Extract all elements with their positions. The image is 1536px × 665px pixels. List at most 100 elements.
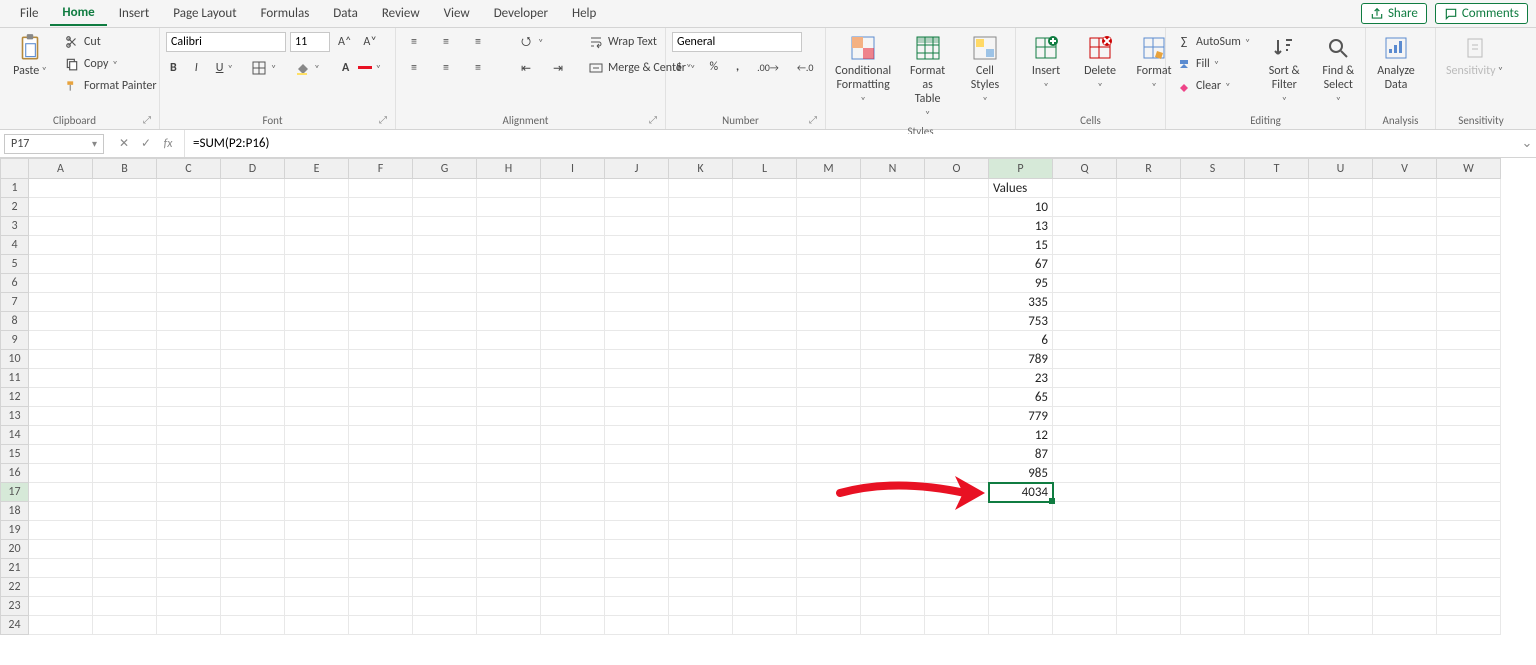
cell[interactable] xyxy=(93,464,157,483)
cell[interactable] xyxy=(29,578,93,597)
cell[interactable] xyxy=(669,559,733,578)
cell[interactable] xyxy=(1245,540,1309,559)
conditional-formatting-button[interactable]: Conditional Formatting xyxy=(832,32,894,109)
cell[interactable] xyxy=(221,616,285,635)
cell[interactable] xyxy=(669,540,733,559)
column-header[interactable]: J xyxy=(605,159,669,179)
cell[interactable] xyxy=(157,578,221,597)
cell[interactable] xyxy=(1181,255,1245,274)
row-header[interactable]: 11 xyxy=(1,369,29,388)
cell[interactable] xyxy=(1437,198,1501,217)
cell[interactable] xyxy=(1181,179,1245,198)
increase-font-button[interactable]: A˄ xyxy=(334,33,355,51)
cell[interactable] xyxy=(797,407,861,426)
cell[interactable] xyxy=(221,483,285,502)
cell[interactable] xyxy=(221,274,285,293)
cell[interactable] xyxy=(285,179,349,198)
cell[interactable] xyxy=(733,217,797,236)
column-header[interactable]: O xyxy=(925,159,989,179)
cell[interactable] xyxy=(349,502,413,521)
cell[interactable] xyxy=(1245,445,1309,464)
cell[interactable] xyxy=(1373,483,1437,502)
cell[interactable] xyxy=(1309,559,1373,578)
cell[interactable] xyxy=(349,369,413,388)
cell[interactable] xyxy=(1181,426,1245,445)
cell[interactable] xyxy=(29,502,93,521)
cell[interactable] xyxy=(1373,616,1437,635)
cell[interactable] xyxy=(29,426,93,445)
cell[interactable] xyxy=(1437,483,1501,502)
cell[interactable] xyxy=(733,312,797,331)
cell[interactable] xyxy=(1245,597,1309,616)
cell[interactable] xyxy=(29,464,93,483)
cell[interactable] xyxy=(477,464,541,483)
cell[interactable] xyxy=(1053,369,1117,388)
cell[interactable] xyxy=(1181,217,1245,236)
cell[interactable] xyxy=(413,445,477,464)
column-header[interactable]: B xyxy=(93,159,157,179)
cell[interactable] xyxy=(733,502,797,521)
cell[interactable] xyxy=(221,464,285,483)
cell[interactable] xyxy=(925,217,989,236)
cell[interactable] xyxy=(349,350,413,369)
column-header[interactable]: Q xyxy=(1053,159,1117,179)
fill-color-button[interactable] xyxy=(290,58,323,78)
cell[interactable] xyxy=(477,312,541,331)
cell[interactable] xyxy=(669,369,733,388)
tab-home[interactable]: Home xyxy=(50,1,106,26)
column-header[interactable]: F xyxy=(349,159,413,179)
cell[interactable] xyxy=(797,350,861,369)
cell[interactable] xyxy=(733,369,797,388)
cell[interactable] xyxy=(1181,578,1245,597)
cell[interactable] xyxy=(861,388,925,407)
cell[interactable] xyxy=(797,369,861,388)
name-box[interactable]: P17▾ xyxy=(4,134,104,154)
cell[interactable] xyxy=(1309,274,1373,293)
row-header[interactable]: 16 xyxy=(1,464,29,483)
cell[interactable] xyxy=(285,559,349,578)
cell[interactable] xyxy=(1437,350,1501,369)
cell[interactable] xyxy=(1053,255,1117,274)
cell[interactable] xyxy=(1181,502,1245,521)
cut-button[interactable]: Cut xyxy=(60,32,161,52)
cell[interactable] xyxy=(413,331,477,350)
cell[interactable] xyxy=(925,312,989,331)
column-header[interactable]: L xyxy=(733,159,797,179)
cell[interactable] xyxy=(1309,578,1373,597)
tab-data[interactable]: Data xyxy=(321,2,370,25)
cell[interactable] xyxy=(1437,426,1501,445)
cell[interactable] xyxy=(925,198,989,217)
cell[interactable] xyxy=(29,179,93,198)
cell[interactable] xyxy=(1245,502,1309,521)
cell[interactable] xyxy=(733,388,797,407)
cell[interactable] xyxy=(29,331,93,350)
cell[interactable] xyxy=(477,483,541,502)
cell[interactable] xyxy=(861,559,925,578)
cell[interactable] xyxy=(1181,483,1245,502)
cell[interactable] xyxy=(413,236,477,255)
cell[interactable] xyxy=(1373,198,1437,217)
cell[interactable] xyxy=(669,502,733,521)
cell[interactable] xyxy=(541,236,605,255)
column-header[interactable]: H xyxy=(477,159,541,179)
row-header[interactable]: 21 xyxy=(1,559,29,578)
cell[interactable] xyxy=(413,255,477,274)
cell[interactable] xyxy=(413,483,477,502)
select-all-corner[interactable] xyxy=(1,159,29,179)
column-header[interactable]: E xyxy=(285,159,349,179)
cell[interactable] xyxy=(285,578,349,597)
cell[interactable] xyxy=(925,255,989,274)
cell[interactable] xyxy=(541,616,605,635)
cell[interactable] xyxy=(349,578,413,597)
cell[interactable] xyxy=(797,445,861,464)
cell[interactable] xyxy=(669,483,733,502)
formula-input[interactable] xyxy=(185,134,1518,153)
cell[interactable] xyxy=(221,179,285,198)
row-header[interactable]: 2 xyxy=(1,198,29,217)
cell[interactable] xyxy=(221,198,285,217)
cell[interactable] xyxy=(797,179,861,198)
insert-cells-button[interactable]: Insert xyxy=(1022,32,1070,95)
tab-file[interactable]: File xyxy=(8,2,50,25)
cell[interactable] xyxy=(1309,331,1373,350)
cell[interactable] xyxy=(285,255,349,274)
